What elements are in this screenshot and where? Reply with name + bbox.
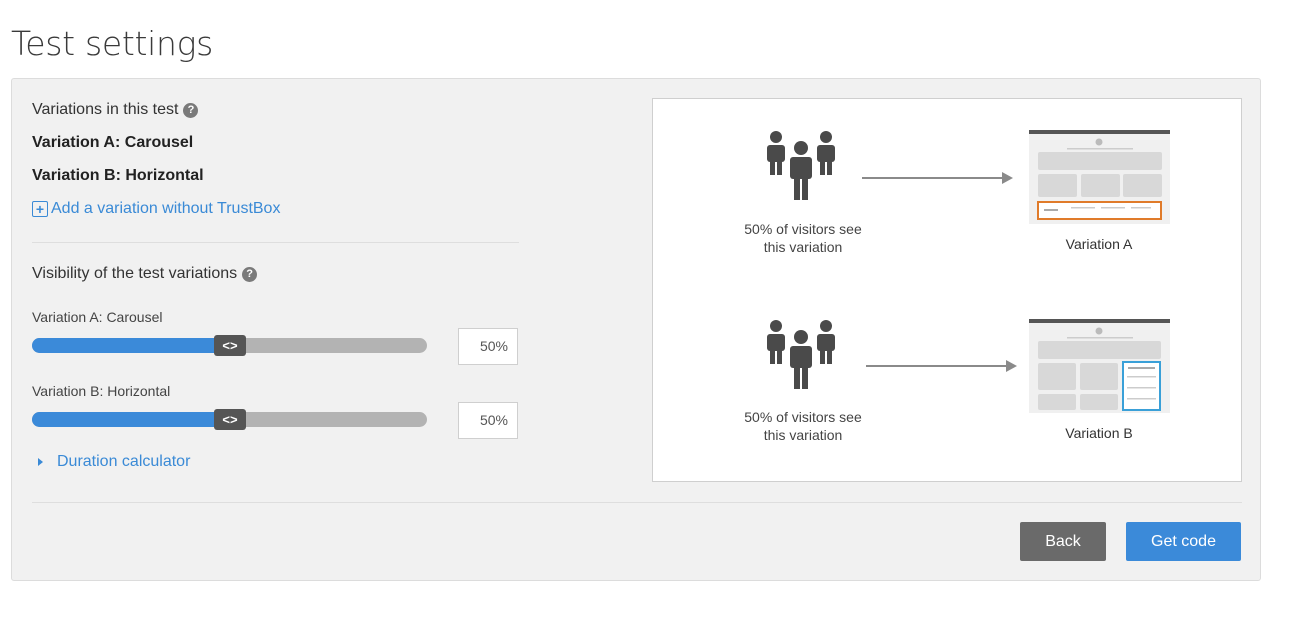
visibility-heading-label: Visibility of the test variations bbox=[32, 265, 238, 282]
slider-a-percent-input[interactable]: 50% bbox=[458, 328, 518, 365]
arrow-right-icon bbox=[866, 360, 1017, 372]
slider-a-track[interactable]: <> bbox=[32, 335, 427, 356]
back-button[interactable]: Back bbox=[1020, 522, 1106, 561]
help-icon[interactable]: ? bbox=[242, 266, 258, 282]
add-variation-label: Add a variation without TrustBox bbox=[51, 200, 281, 217]
slider-b-label: Variation B: Horizontal bbox=[32, 383, 171, 399]
duration-calculator-label: Duration calculator bbox=[57, 453, 191, 470]
add-variation-link[interactable]: + Add a variation without TrustBox bbox=[32, 200, 280, 218]
variation-caption: Variation B bbox=[1065, 425, 1133, 441]
slider-a-handle[interactable]: <> bbox=[214, 335, 246, 356]
arrow-right-icon bbox=[862, 172, 1013, 184]
variations-heading-label: Variations in this test bbox=[32, 101, 179, 118]
variations-heading: Variations in this test ? bbox=[32, 101, 199, 119]
divider bbox=[32, 242, 519, 243]
slider-b-percent-input[interactable]: 50% bbox=[458, 402, 518, 439]
carousel-mockup-icon bbox=[1029, 130, 1170, 224]
visitors-group-icon bbox=[767, 131, 835, 200]
visitors-line: this variation bbox=[763, 427, 843, 443]
plus-icon: + bbox=[32, 201, 48, 217]
horizontal-mockup-icon bbox=[1029, 319, 1170, 413]
visitors-caption: 50% of visitors see this variation bbox=[728, 220, 878, 256]
divider bbox=[32, 502, 1242, 503]
get-code-button[interactable]: Get code bbox=[1126, 522, 1241, 561]
slider-b-track[interactable]: <> bbox=[32, 409, 427, 430]
variation-b-name: Variation B: Horizontal bbox=[32, 167, 204, 184]
settings-panel: Variations in this test ? Variation A: C… bbox=[11, 78, 1261, 581]
slider-b-handle[interactable]: <> bbox=[214, 409, 246, 430]
slider-b-fill bbox=[32, 412, 230, 427]
visitors-caption: 50% of visitors see this variation bbox=[728, 408, 878, 444]
visitors-group-icon bbox=[767, 320, 835, 389]
slider-a-fill bbox=[32, 338, 230, 353]
help-icon[interactable]: ? bbox=[183, 102, 199, 118]
visitors-line: 50% of visitors see bbox=[744, 409, 862, 425]
visitors-line: 50% of visitors see bbox=[744, 221, 862, 237]
variation-caption: Variation A bbox=[1065, 236, 1133, 252]
visibility-heading: Visibility of the test variations ? bbox=[32, 265, 258, 283]
variation-preview: 50% of visitors see this variation Varia… bbox=[652, 98, 1242, 482]
caret-right-icon bbox=[38, 458, 43, 466]
slider-a-label: Variation A: Carousel bbox=[32, 309, 163, 325]
variation-a-name: Variation A: Carousel bbox=[32, 134, 194, 151]
visitors-line: this variation bbox=[763, 239, 843, 255]
page-title: Test settings bbox=[11, 24, 214, 63]
duration-calculator-toggle[interactable]: Duration calculator bbox=[38, 453, 190, 471]
